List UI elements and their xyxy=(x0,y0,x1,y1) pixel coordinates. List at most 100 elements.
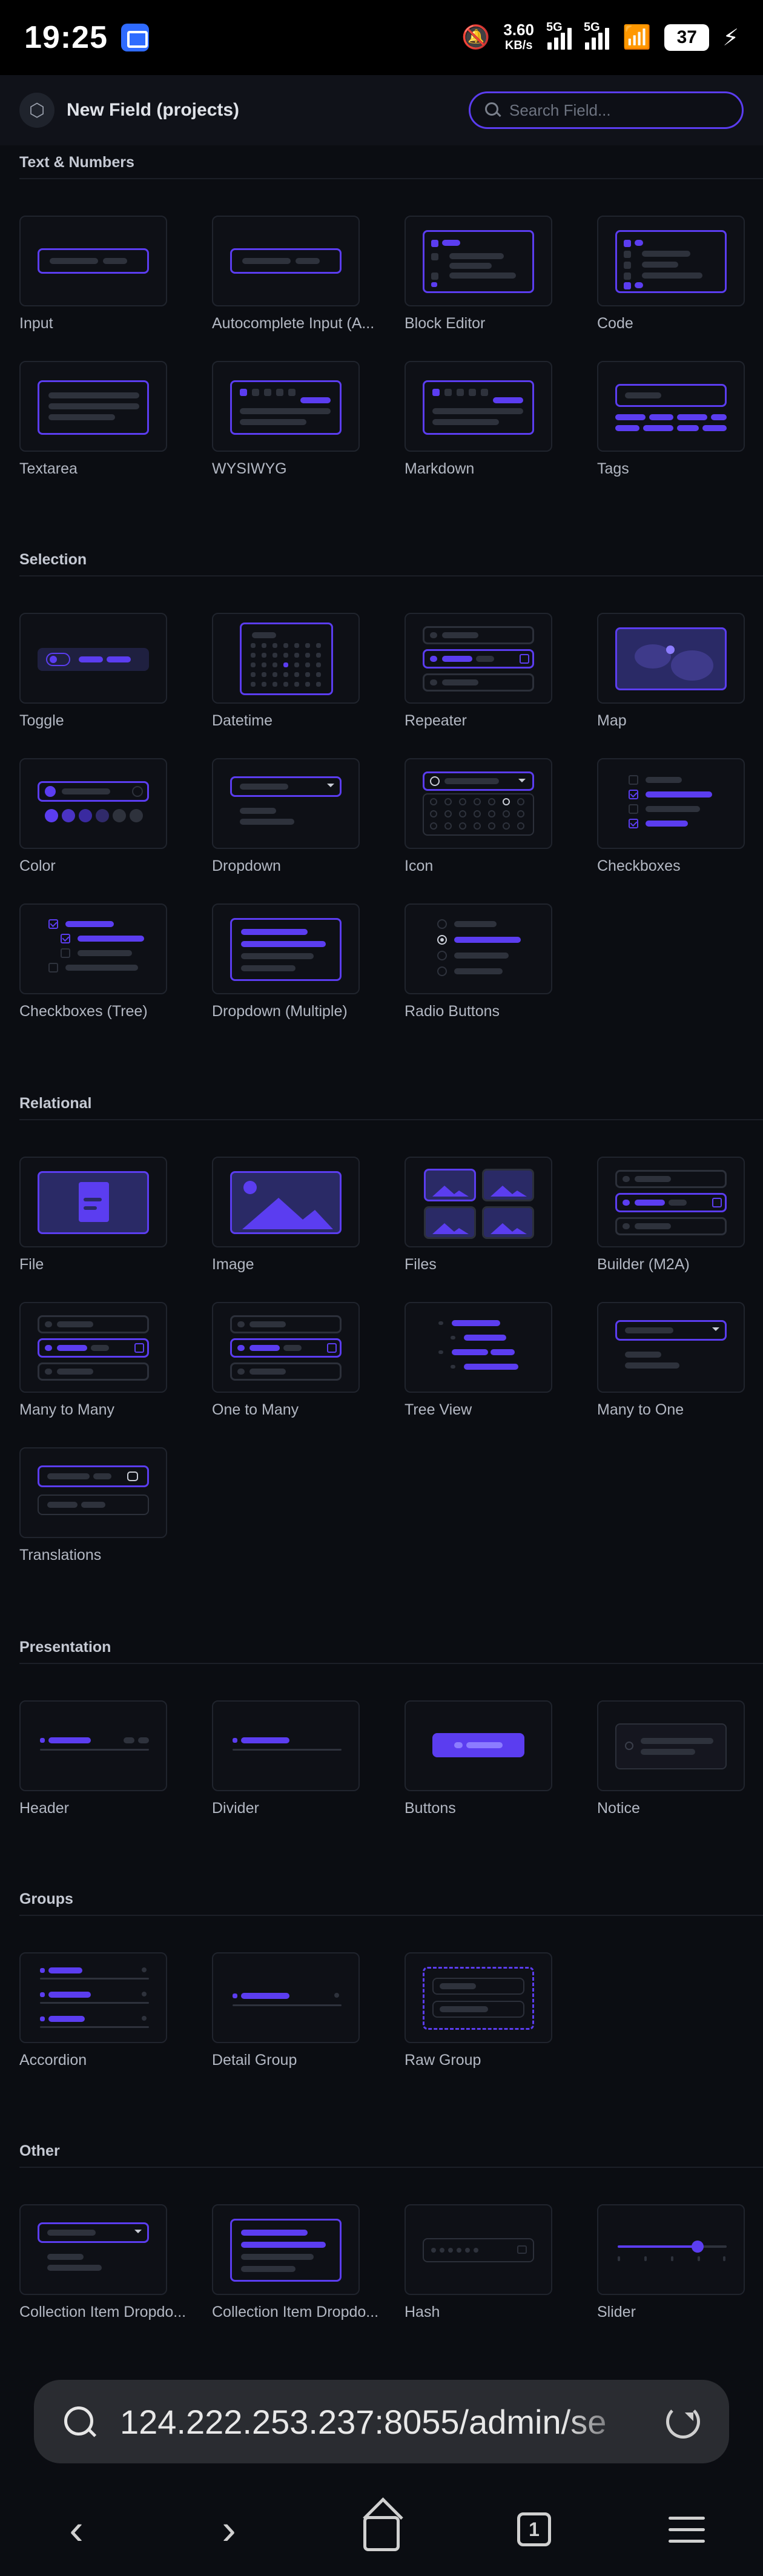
field-card-repeater[interactable]: Repeater xyxy=(405,613,597,730)
field-card-accordion[interactable]: Accordion xyxy=(19,1952,212,2069)
card-label: Tree View xyxy=(405,1401,472,1418)
field-card-notice[interactable]: Notice xyxy=(597,1700,763,1817)
signal-2-label: 5G xyxy=(583,21,600,34)
field-card-slider[interactable]: Slider xyxy=(597,2204,763,2321)
translations-preview xyxy=(19,1447,167,1538)
field-card-dropdown[interactable]: Dropdown xyxy=(212,758,405,875)
calendar-day-dot xyxy=(262,643,266,648)
field-card-file[interactable]: File xyxy=(19,1157,212,1273)
calendar-day-dot xyxy=(262,662,266,667)
mute-bell-icon: 🔕 xyxy=(461,25,490,50)
card-label: Many to One xyxy=(597,1401,684,1418)
field-card-tree-view[interactable]: Tree View xyxy=(405,1302,597,1419)
forward-button[interactable]: › xyxy=(199,2499,259,2560)
search-input[interactable] xyxy=(509,101,727,120)
field-card-code[interactable]: Code xyxy=(597,216,763,332)
one-to-many-preview xyxy=(212,1302,360,1393)
section-title: Groups xyxy=(19,1891,73,1907)
card-label: Builder (M2A) xyxy=(597,1256,690,1273)
section-title: Presentation xyxy=(19,1639,111,1656)
field-card-input[interactable]: Input xyxy=(19,216,212,332)
autocomplete-preview xyxy=(212,216,360,306)
field-card-markdown[interactable]: Markdown xyxy=(405,361,597,478)
files-preview xyxy=(405,1157,552,1247)
calendar-day-dot xyxy=(251,662,256,667)
card-label: Files xyxy=(405,1256,437,1273)
tabs-button[interactable]: 1 xyxy=(504,2499,564,2560)
card-label: Hash xyxy=(405,2304,440,2320)
many-to-many-preview xyxy=(19,1302,167,1393)
url-text[interactable]: 124.222.253.237:8055/admin/se xyxy=(120,2402,641,2442)
calendar-day-dot xyxy=(305,643,310,648)
section-divider xyxy=(19,1663,763,1664)
icon-option-dot xyxy=(517,810,524,817)
field-card-translations[interactable]: Translations xyxy=(19,1447,212,1564)
collection-dropdown-preview xyxy=(19,2204,167,2295)
field-card-checkboxes[interactable]: Checkboxes xyxy=(597,758,763,875)
field-card-textarea[interactable]: Textarea xyxy=(19,361,212,478)
drawer-header: ⬡ New Field (projects) xyxy=(0,75,763,145)
card-label: Radio Buttons xyxy=(405,1003,500,1020)
network-speed: 3.60 KB/s xyxy=(503,22,534,53)
field-card-radio-buttons[interactable]: Radio Buttons xyxy=(405,903,597,1020)
checkboxes-preview xyxy=(597,758,745,849)
calendar-day-dot xyxy=(272,662,277,667)
status-indicators: 🔕 3.60 KB/s 5G 5G 📶 37 ⚡ xyxy=(461,21,739,53)
reload-icon[interactable] xyxy=(666,2405,700,2439)
field-card-many-to-one[interactable]: Many to One xyxy=(597,1302,763,1419)
field-card-dropdown-multiple[interactable]: Dropdown (Multiple) xyxy=(212,903,405,1020)
icon-option-dot xyxy=(503,822,510,830)
field-card-datetime[interactable]: Datetime xyxy=(212,613,405,730)
status-time: 19:25 xyxy=(24,20,108,55)
field-card-buttons[interactable]: Buttons xyxy=(405,1700,597,1817)
field-card-block-editor[interactable]: Block Editor xyxy=(405,216,597,332)
section-title: Other xyxy=(19,2142,60,2159)
search-field[interactable] xyxy=(469,91,744,129)
field-card-icon[interactable]: Icon xyxy=(405,758,597,875)
back-button[interactable]: ‹ xyxy=(46,2499,107,2560)
field-card-image[interactable]: Image xyxy=(212,1157,405,1273)
url-bar[interactable]: 124.222.253.237:8055/admin/se xyxy=(34,2380,729,2463)
field-card-collection-item-dropdown-2[interactable]: Collection Item Dropdo... xyxy=(212,2204,405,2321)
field-card-header[interactable]: Header xyxy=(19,1700,212,1817)
card-label: Dropdown (Multiple) xyxy=(212,1003,348,1020)
calendar-day-dot xyxy=(294,662,299,667)
field-card-one-to-many[interactable]: One to Many xyxy=(212,1302,405,1419)
textarea-preview xyxy=(19,361,167,452)
code-preview xyxy=(597,216,745,306)
field-card-detail-group[interactable]: Detail Group xyxy=(212,1952,405,2069)
field-card-many-to-many[interactable]: Many to Many xyxy=(19,1302,212,1419)
home-button[interactable] xyxy=(351,2499,412,2560)
wysiwyg-preview xyxy=(212,361,360,452)
calendar-day-dot xyxy=(272,643,277,648)
markdown-preview xyxy=(405,361,552,452)
field-card-color[interactable]: Color xyxy=(19,758,212,875)
dropdown-preview xyxy=(212,758,360,849)
collection-dropdown-multi-preview xyxy=(212,2204,360,2295)
card-label: Input xyxy=(19,315,53,332)
field-card-collection-item-dropdown-1[interactable]: Collection Item Dropdo... xyxy=(19,2204,212,2321)
calendar-day-dot xyxy=(283,662,288,667)
section-presentation: Presentation Header Divider Buttons Noti… xyxy=(0,1630,763,1872)
charging-icon: ⚡ xyxy=(722,25,739,51)
field-card-map[interactable]: Map xyxy=(597,613,763,730)
field-card-raw-group[interactable]: Raw Group xyxy=(405,1952,597,2069)
field-card-toggle[interactable]: Toggle xyxy=(19,613,212,730)
card-label: Accordion xyxy=(19,2052,87,2069)
calendar-day-dot xyxy=(294,682,299,687)
card-label: Many to Many xyxy=(19,1401,115,1418)
section-divider xyxy=(19,178,763,179)
section-title: Text & Numbers xyxy=(19,154,134,171)
field-card-divider[interactable]: Divider xyxy=(212,1700,405,1817)
field-card-tags[interactable]: Tags xyxy=(597,361,763,478)
field-card-wysiwyg[interactable]: WYSIWYG xyxy=(212,361,405,478)
icon-option-dot xyxy=(488,822,495,830)
network-speed-value: 3.60 xyxy=(503,21,534,39)
field-card-files[interactable]: Files xyxy=(405,1157,597,1273)
menu-button[interactable] xyxy=(656,2499,717,2560)
field-card-checkboxes-tree[interactable]: Checkboxes (Tree) xyxy=(19,903,212,1020)
field-card-autocomplete-input[interactable]: Autocomplete Input (A... xyxy=(212,216,405,332)
field-card-hash[interactable]: Hash xyxy=(405,2204,597,2321)
card-label: Collection Item Dropdo... xyxy=(212,2304,379,2320)
field-card-builder-m2a[interactable]: Builder (M2A) xyxy=(597,1157,763,1273)
